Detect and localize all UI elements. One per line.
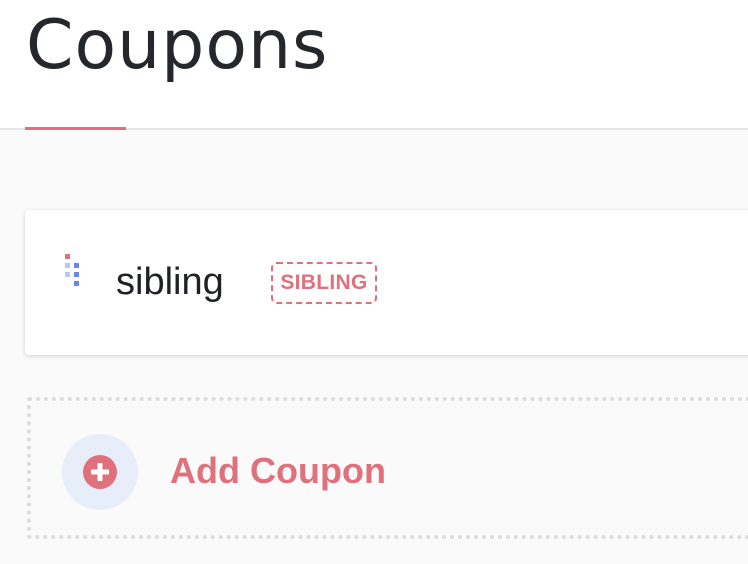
coupons-page: Coupons sibling SIBLING Add Coupon — [0, 0, 748, 564]
add-coupon-label: Add Coupon — [170, 450, 386, 491]
plus-circle-icon — [83, 455, 117, 489]
add-coupon-button[interactable]: Add Coupon — [27, 397, 748, 539]
add-icon-background[interactable] — [62, 434, 138, 510]
coupon-name: sibling — [116, 261, 224, 303]
page-title: Coupons — [26, 6, 329, 85]
coupon-card[interactable]: sibling SIBLING — [25, 210, 748, 355]
drag-handle-icon[interactable] — [65, 254, 81, 298]
page-header: Coupons — [0, 0, 748, 128]
title-underline — [25, 127, 126, 130]
coupon-code-badge: SIBLING — [271, 262, 377, 304]
